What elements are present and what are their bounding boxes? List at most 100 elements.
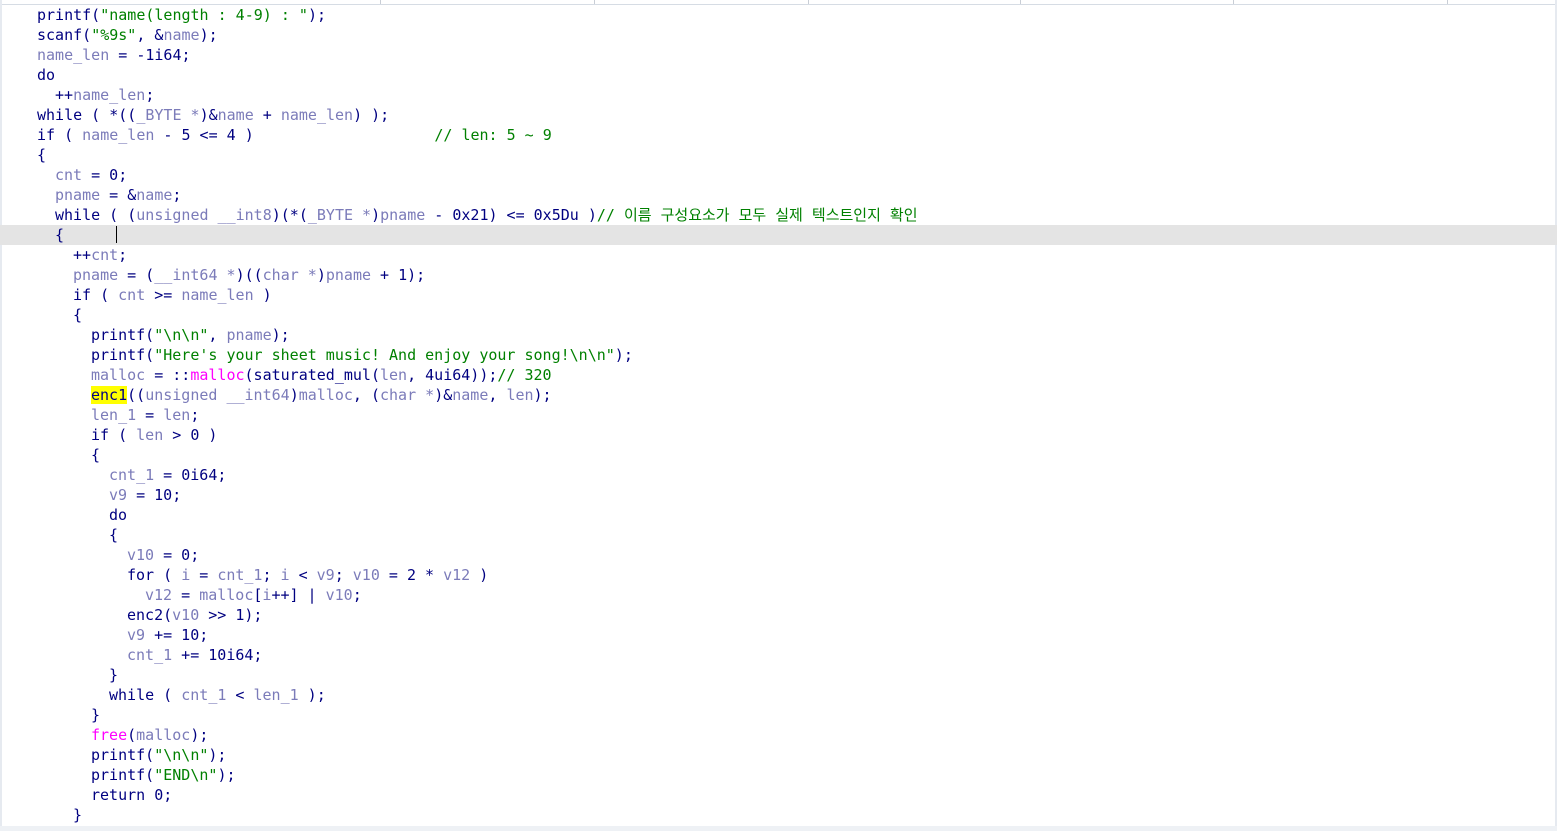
code-token-kw: return 0; <box>91 786 173 804</box>
code-token-kw: do <box>109 506 128 524</box>
tab-separator <box>808 0 809 4</box>
code-token-str: "Here's your sheet music! And enjoy your… <box>154 346 615 364</box>
code-token-var: len <box>163 406 191 424</box>
code-token-kw: } <box>109 666 119 684</box>
code-token-kw: ; <box>190 406 200 424</box>
code-token-kw: + 1); <box>371 266 426 284</box>
code-line[interactable]: return 0; <box>0 785 1557 805</box>
code-line[interactable]: if ( name_len - 5 <= 4 ) // len: 5 ~ 9 <box>0 125 1557 145</box>
code-line-text: cnt_1 = 0i64; <box>109 465 226 485</box>
code-line[interactable]: { <box>0 225 1557 245</box>
code-line[interactable]: ++name_len; <box>0 85 1557 105</box>
code-token-var: name_len <box>181 286 254 304</box>
code-line[interactable]: v10 = 0; <box>0 545 1557 565</box>
code-token-kw: > 0 ) <box>163 426 218 444</box>
code-line[interactable]: cnt_1 = 0i64; <box>0 465 1557 485</box>
code-line[interactable]: while ( *((_BYTE *)&name + name_len) ); <box>0 105 1557 125</box>
code-line[interactable]: scanf("%9s", &name); <box>0 25 1557 45</box>
code-line[interactable]: pname = (__int64 *)((char *)pname + 1); <box>0 265 1557 285</box>
code-token-kw: - 0x21) <= 0x5Du ) <box>425 206 597 224</box>
code-token-var: pname <box>55 186 101 204</box>
code-line[interactable]: pname = &name; <box>0 185 1557 205</box>
code-token-var: name <box>136 186 173 204</box>
code-line[interactable]: cnt_1 += 10i64; <box>0 645 1557 665</box>
code-token-var: malloc <box>136 726 191 744</box>
code-token-kw: printf( <box>91 346 155 364</box>
code-token-var: _BYTE * <box>307 206 372 224</box>
code-line[interactable]: v9 = 10; <box>0 485 1557 505</box>
code-line[interactable]: printf("name(length : 4-9) : "); <box>0 5 1557 25</box>
code-line-text: return 0; <box>91 785 172 805</box>
code-token-var: v10 <box>127 546 155 564</box>
code-line[interactable]: name_len = -1i64; <box>0 45 1557 65</box>
code-line[interactable]: } <box>0 665 1557 685</box>
code-token-var: name_len <box>73 86 146 104</box>
code-token-var: _BYTE * <box>136 106 200 124</box>
code-line[interactable]: while ( (unsigned __int8)(*(_BYTE *)pnam… <box>0 205 1557 225</box>
code-line[interactable]: len_1 = len; <box>0 405 1557 425</box>
code-line[interactable]: { <box>0 525 1557 545</box>
code-token-kw: ; <box>352 586 362 604</box>
code-token-kw: = & <box>100 186 137 204</box>
code-line[interactable]: cnt = 0; <box>0 165 1557 185</box>
code-line-text: pname = &name; <box>55 185 181 205</box>
code-token-var: malloc <box>199 586 254 604</box>
code-line[interactable]: printf("\n\n", pname); <box>0 325 1557 345</box>
code-line[interactable]: do <box>0 65 1557 85</box>
code-line[interactable]: for ( i = cnt_1; i < v9; v10 = 2 * v12 ) <box>0 565 1557 585</box>
code-token-str: "END\n" <box>154 766 218 784</box>
code-token-kw: ) <box>316 266 326 284</box>
code-token-var: len <box>136 426 164 444</box>
code-token-var: name <box>163 26 200 44</box>
code-token-kw: for ( <box>127 566 182 584</box>
code-line[interactable]: printf("END\n"); <box>0 765 1557 785</box>
code-line[interactable]: ++cnt; <box>0 245 1557 265</box>
code-token-kw: ) <box>371 206 381 224</box>
code-line[interactable]: printf("Here's your sheet music! And enj… <box>0 345 1557 365</box>
code-line-text: if ( cnt >= name_len ) <box>73 285 272 305</box>
code-token-var: len_1 <box>91 406 137 424</box>
code-line[interactable]: v12 = malloc[i++] | v10; <box>0 585 1557 605</box>
tab-separator <box>1233 0 1234 4</box>
code-line[interactable]: printf("\n\n"); <box>0 745 1557 765</box>
code-token-var: char * <box>380 386 435 404</box>
code-line-text: pname = (__int64 *)((char *)pname + 1); <box>73 265 425 285</box>
code-token-str: "name(length : 4-9) : " <box>100 6 308 24</box>
code-line-text: } <box>109 665 118 685</box>
code-line[interactable]: { <box>0 145 1557 165</box>
code-line[interactable]: while ( cnt_1 < len_1 ); <box>0 685 1557 705</box>
code-token-kw: = 0i64; <box>154 466 227 484</box>
code-token-str: "\n\n" <box>154 326 209 344</box>
code-token-kw: scanf( <box>37 26 92 44</box>
code-token-kw: enc2( <box>127 606 173 624</box>
code-line[interactable]: } <box>0 805 1557 825</box>
code-token-kw: while ( ( <box>55 206 137 224</box>
horizontal-scrollbar[interactable] <box>0 826 1557 831</box>
code-line[interactable]: } <box>0 705 1557 725</box>
code-line[interactable]: enc2(v10 >> 1); <box>0 605 1557 625</box>
code-token-kw: + <box>253 106 281 124</box>
code-line[interactable]: malloc = ::malloc(saturated_mul(len, 4ui… <box>0 365 1557 385</box>
code-line[interactable]: if ( cnt >= name_len ) <box>0 285 1557 305</box>
code-token-kw: ; <box>262 566 281 584</box>
code-token-var: v12 <box>145 586 173 604</box>
code-token-kw: )(( <box>235 266 263 284</box>
code-token-kw: { <box>109 526 119 544</box>
code-line[interactable]: { <box>0 445 1557 465</box>
code-line-text: cnt = 0; <box>55 165 127 185</box>
code-token-var: v10 <box>352 566 380 584</box>
code-line[interactable]: enc1((unsigned __int64)malloc, (char *)&… <box>0 385 1557 405</box>
code-token-var: cnt_1 <box>109 466 155 484</box>
code-token-kw: { <box>91 446 101 464</box>
code-line[interactable]: free(malloc); <box>0 725 1557 745</box>
code-token-kw: } <box>73 806 83 824</box>
code-line[interactable]: do <box>0 505 1557 525</box>
code-token-var: v10 <box>172 606 200 624</box>
code-token-kw: ); <box>217 766 236 784</box>
text-cursor <box>116 226 118 243</box>
code-token-kw: ); <box>199 26 218 44</box>
code-line[interactable]: v9 += 10; <box>0 625 1557 645</box>
code-line-text: v9 += 10; <box>127 625 208 645</box>
code-line[interactable]: { <box>0 305 1557 325</box>
code-line[interactable]: if ( len > 0 ) <box>0 425 1557 445</box>
